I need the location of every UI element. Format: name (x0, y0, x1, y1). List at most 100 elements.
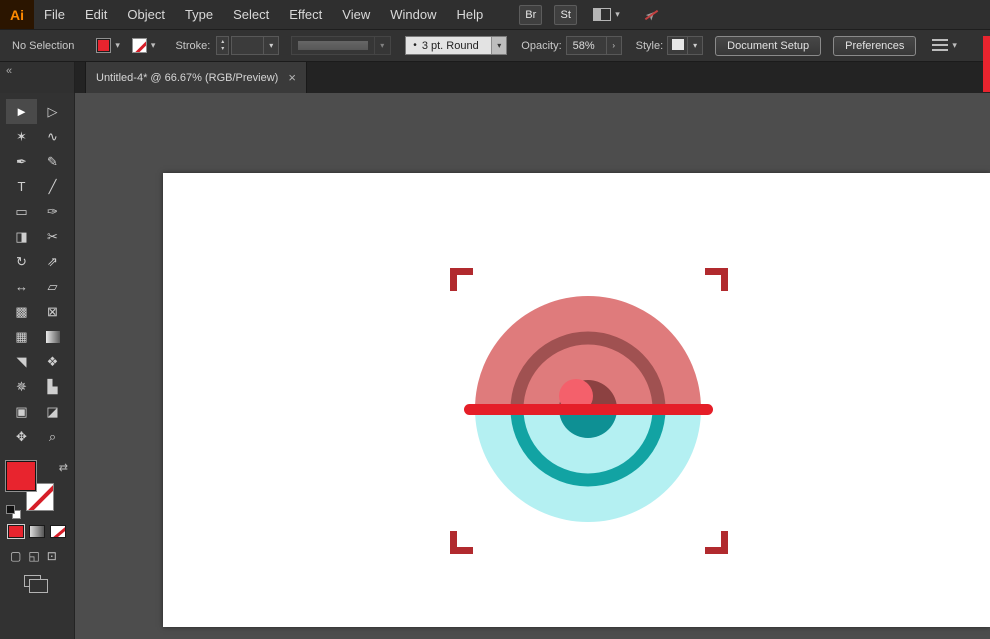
artboard-tool[interactable]: ▣ (6, 399, 37, 424)
menu-window[interactable]: Window (380, 0, 446, 29)
symbol-sprayer-tool[interactable]: ✵ (6, 374, 37, 399)
bridge-icon[interactable]: Br (519, 5, 542, 25)
align-chevron-icon[interactable]: ▾ (952, 40, 957, 51)
control-bar: No Selection ▾ ▾ Stroke: ▴ ▾ ▾ ▾ • 3 pt.… (0, 29, 990, 62)
menu-file[interactable]: File (34, 0, 75, 29)
gpu-glyph: ➤ (642, 6, 659, 23)
stroke-weight-chevron-icon[interactable]: ▾ (263, 37, 278, 54)
draw-behind-button[interactable]: ◱ (28, 549, 39, 563)
style-chevron-icon[interactable]: ▾ (687, 37, 702, 54)
artwork-eye-icon[interactable] (448, 266, 733, 561)
stroke-color-swatch[interactable] (132, 38, 147, 53)
workspace-chevron-icon[interactable]: ▾ (615, 9, 620, 20)
tools-panel: ► ▷ ✶ ∿ ✒ ✎ T ╱ ▭ ✑ ◨ ✂ ↻ ⇗ ↔ ▱ ▩ ⊠ ▦ ▧ … (0, 93, 75, 639)
fill-color-chevron-icon[interactable]: ▾ (115, 40, 120, 51)
draw-inside-button[interactable]: ⊡ (47, 549, 57, 563)
scan-bar[interactable] (464, 404, 713, 415)
scissors-tool[interactable]: ✂ (37, 224, 68, 249)
stepper-up-icon[interactable]: ▴ (221, 39, 224, 46)
direct-selection-tool[interactable]: ▷ (37, 99, 68, 124)
magic-wand-tool[interactable]: ✶ (6, 124, 37, 149)
color-mode-button[interactable] (8, 525, 24, 538)
menu-select[interactable]: Select (223, 0, 279, 29)
draw-normal-button[interactable]: ▢ (10, 549, 21, 563)
align-options-icon[interactable] (932, 39, 948, 52)
crop-mark-top-left[interactable] (450, 268, 473, 291)
document-tab[interactable]: Untitled-4* @ 66.67% (RGB/Preview) × (85, 62, 307, 93)
brush-chevron-icon[interactable]: ▾ (491, 37, 506, 54)
collapse-panel-icon[interactable]: « (6, 65, 12, 77)
scale-tool[interactable]: ⇗ (37, 249, 68, 274)
gradient-tool[interactable]: ▧ (37, 324, 68, 349)
stroke-label: Stroke: (175, 40, 210, 52)
app-logo: Ai (0, 0, 34, 29)
shape-builder-tool[interactable]: ▩ (6, 299, 37, 324)
hand-tool[interactable]: ✥ (6, 424, 37, 449)
pen-tool[interactable]: ✒ (6, 149, 37, 174)
stroke-weight-stepper[interactable]: ▴ ▾ (216, 36, 229, 55)
mesh-tool[interactable]: ▦ (6, 324, 37, 349)
crop-mark-bottom-left[interactable] (450, 531, 473, 554)
style-label: Style: (636, 40, 664, 52)
style-combo[interactable]: ▾ (667, 36, 703, 55)
fill-stroke-widget: ⇄ (6, 461, 68, 519)
free-transform-tool[interactable]: ▱ (37, 274, 68, 299)
brush-preview-dot: • (413, 40, 417, 51)
width-profile-preview (298, 41, 368, 50)
slice-tool[interactable]: ◪ (37, 399, 68, 424)
lasso-tool[interactable]: ∿ (37, 124, 68, 149)
menu-object[interactable]: Object (117, 0, 175, 29)
opacity-chevron-icon[interactable]: › (606, 37, 621, 54)
fill-color-swatch[interactable] (96, 38, 111, 53)
paintbrush-tool[interactable]: ✑ (37, 199, 68, 224)
width-tool[interactable]: ↔ (6, 274, 37, 299)
stroke-color-chevron-icon[interactable]: ▾ (151, 40, 156, 51)
artboard[interactable] (163, 173, 990, 627)
opacity-combo[interactable]: 58% › (566, 36, 622, 55)
line-segment-tool[interactable]: ╱ (37, 174, 68, 199)
tab-close-icon[interactable]: × (288, 71, 296, 84)
column-graph-tool[interactable]: ▙ (37, 374, 68, 399)
selection-status: No Selection (12, 40, 74, 52)
crop-mark-top-right[interactable] (705, 268, 728, 291)
default-fill-stroke-icon[interactable] (6, 505, 22, 519)
zoom-tool[interactable]: ⌕ (37, 424, 68, 449)
document-setup-button[interactable]: Document Setup (715, 36, 821, 56)
menu-effect[interactable]: Effect (279, 0, 332, 29)
type-tool[interactable]: T (6, 174, 37, 199)
width-profile-chevron-icon: ▾ (374, 37, 389, 54)
tools-grid: ► ▷ ✶ ∿ ✒ ✎ T ╱ ▭ ✑ ◨ ✂ ↻ ⇗ ↔ ▱ ▩ ⊠ ▦ ▧ … (0, 99, 74, 449)
fill-proxy-swatch[interactable] (6, 461, 36, 491)
workspace-layout-icon[interactable] (593, 8, 611, 21)
brush-definition-value: 3 pt. Round (422, 40, 491, 52)
canvas-pasteboard[interactable] (75, 93, 990, 639)
menu-edit[interactable]: Edit (75, 0, 117, 29)
pencil-tool[interactable]: ✎ (37, 149, 68, 174)
blend-tool[interactable]: ❖ (37, 349, 68, 374)
rectangle-tool[interactable]: ▭ (6, 199, 37, 224)
menu-view[interactable]: View (332, 0, 380, 29)
preferences-button[interactable]: Preferences (833, 36, 916, 56)
opacity-label: Opacity: (521, 40, 561, 52)
menu-help[interactable]: Help (446, 0, 493, 29)
gpu-performance-icon[interactable]: ➤ (642, 6, 660, 24)
docked-panel-strip[interactable] (983, 36, 990, 92)
eyedropper-tool[interactable]: ◥ (6, 349, 37, 374)
paint-mode-row (8, 525, 66, 538)
swap-fill-stroke-icon[interactable]: ⇄ (59, 461, 68, 474)
selection-tool[interactable]: ► (6, 99, 37, 124)
menu-type[interactable]: Type (175, 0, 223, 29)
screen-mode-button[interactable] (24, 575, 41, 587)
variable-width-profile-combo: ▾ (291, 36, 391, 55)
rotate-tool[interactable]: ↻ (6, 249, 37, 274)
eraser-tool[interactable]: ◨ (6, 224, 37, 249)
stroke-weight-combo[interactable]: ▾ (231, 36, 279, 55)
none-mode-button[interactable] (50, 525, 66, 538)
stepper-down-icon[interactable]: ▾ (221, 46, 224, 53)
perspective-grid-tool[interactable]: ⊠ (37, 299, 68, 324)
stock-icon[interactable]: St (554, 5, 577, 25)
crop-mark-bottom-right[interactable] (705, 531, 728, 554)
brush-definition-combo[interactable]: • 3 pt. Round ▾ (405, 36, 507, 55)
gradient-mode-button[interactable] (29, 525, 45, 538)
menu-bar: Ai File Edit Object Type Select Effect V… (0, 0, 990, 29)
